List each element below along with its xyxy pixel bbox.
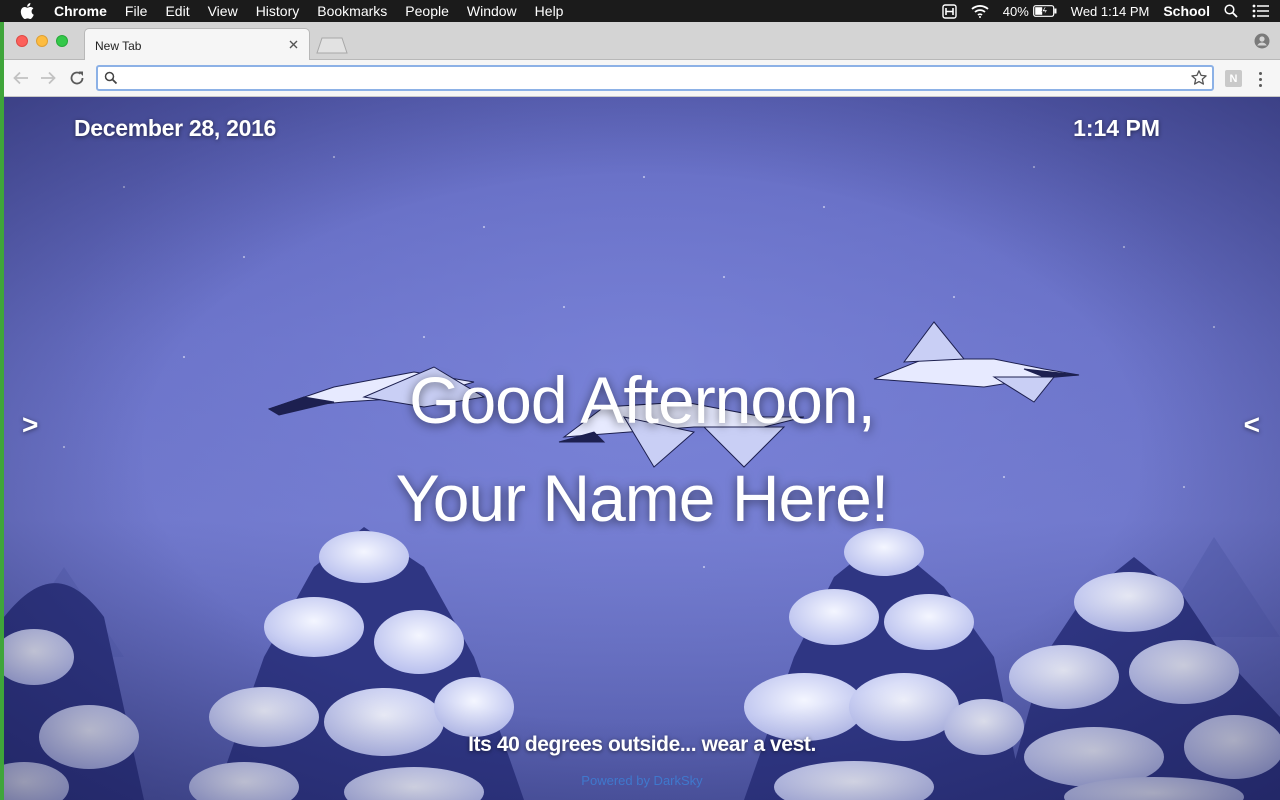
status-app-icon[interactable]	[942, 3, 957, 19]
spotlight-search-icon[interactable]	[1224, 4, 1238, 18]
new-tab-page: December 28, 2016 1:14 PM > < Good After…	[4, 97, 1280, 800]
battery-status[interactable]: 40%	[1003, 4, 1057, 19]
menubar-user[interactable]: School	[1163, 3, 1210, 19]
greeting: Good Afternoon, Your Name Here!	[4, 351, 1280, 547]
address-input[interactable]	[124, 68, 1184, 88]
menu-window[interactable]: Window	[458, 0, 526, 22]
browser-toolbar: N	[4, 60, 1280, 97]
time-display: 1:14 PM	[1073, 115, 1160, 141]
weather-message: Its 40 degrees outside... wear a vest.	[468, 733, 816, 756]
forward-arrow-icon[interactable]	[38, 68, 58, 88]
reload-icon[interactable]	[67, 68, 87, 88]
powered-by-link[interactable]: Powered by DarkSky	[4, 773, 1280, 788]
apple-logo-icon[interactable]	[18, 0, 36, 22]
wifi-icon[interactable]	[971, 4, 989, 18]
notification-center-icon[interactable]	[1252, 4, 1270, 18]
tab-close-icon[interactable]	[285, 36, 301, 52]
menu-file[interactable]: File	[116, 0, 157, 22]
address-bar[interactable]	[96, 65, 1214, 91]
window-close-button[interactable]	[16, 35, 28, 47]
star-icon[interactable]	[1190, 69, 1208, 87]
chrome-menu-icon[interactable]	[1254, 69, 1266, 89]
menu-people[interactable]: People	[396, 0, 458, 22]
search-icon	[104, 71, 118, 85]
tab-strip: New Tab	[4, 22, 1280, 61]
window-minimize-button[interactable]	[36, 35, 48, 47]
menu-help[interactable]: Help	[526, 0, 573, 22]
browser-window: New Tab N December 28, 2016 1:14 PM > < …	[4, 22, 1280, 800]
menu-app-chrome[interactable]: Chrome	[54, 0, 116, 22]
menu-edit[interactable]: Edit	[156, 0, 198, 22]
window-zoom-button[interactable]	[56, 35, 68, 47]
profile-icon[interactable]	[1254, 33, 1270, 49]
menu-view[interactable]: View	[199, 0, 247, 22]
new-tab-button[interactable]	[316, 37, 348, 54]
battery-percent: 40%	[1002, 3, 1029, 19]
mac-menu-bar: Chrome File Edit View History Bookmarks …	[0, 0, 1280, 22]
greeting-line-1: Good Afternoon,	[409, 363, 876, 437]
back-arrow-icon[interactable]	[11, 68, 31, 88]
menu-history[interactable]: History	[247, 0, 309, 22]
date-display: December 28, 2016	[74, 115, 277, 141]
tab-new-tab[interactable]: New Tab	[84, 28, 310, 61]
greeting-line-2[interactable]: Your Name Here!	[4, 449, 1280, 547]
menu-bookmarks[interactable]: Bookmarks	[308, 0, 396, 22]
menubar-clock[interactable]: Wed 1:14 PM	[1071, 4, 1150, 19]
tab-title: New Tab	[95, 39, 142, 53]
extension-n-button[interactable]: N	[1225, 70, 1242, 87]
battery-charging-icon	[1032, 5, 1057, 17]
